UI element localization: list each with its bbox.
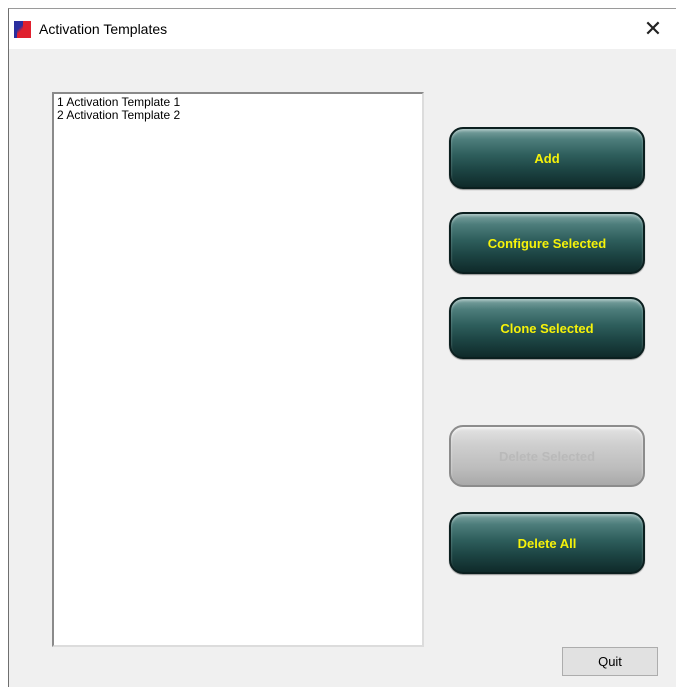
window-title: Activation Templates: [39, 21, 168, 37]
templates-listbox[interactable]: 1 Activation Template 1 2 Activation Tem…: [52, 92, 424, 647]
list-item[interactable]: 2 Activation Template 2: [57, 109, 419, 122]
delete-selected-button[interactable]: Delete Selected: [449, 425, 645, 487]
clone-selected-button[interactable]: Clone Selected: [449, 297, 645, 359]
configure-selected-button[interactable]: Configure Selected: [449, 212, 645, 274]
close-icon[interactable]: ✕: [630, 9, 676, 49]
app-icon: [14, 21, 31, 38]
add-button[interactable]: Add: [449, 127, 645, 189]
activation-templates-window: Activation Templates ✕ 1 Activation Temp…: [8, 8, 676, 687]
title-bar[interactable]: Activation Templates ✕: [9, 9, 676, 49]
quit-button[interactable]: Quit: [562, 647, 658, 676]
delete-all-button[interactable]: Delete All: [449, 512, 645, 574]
